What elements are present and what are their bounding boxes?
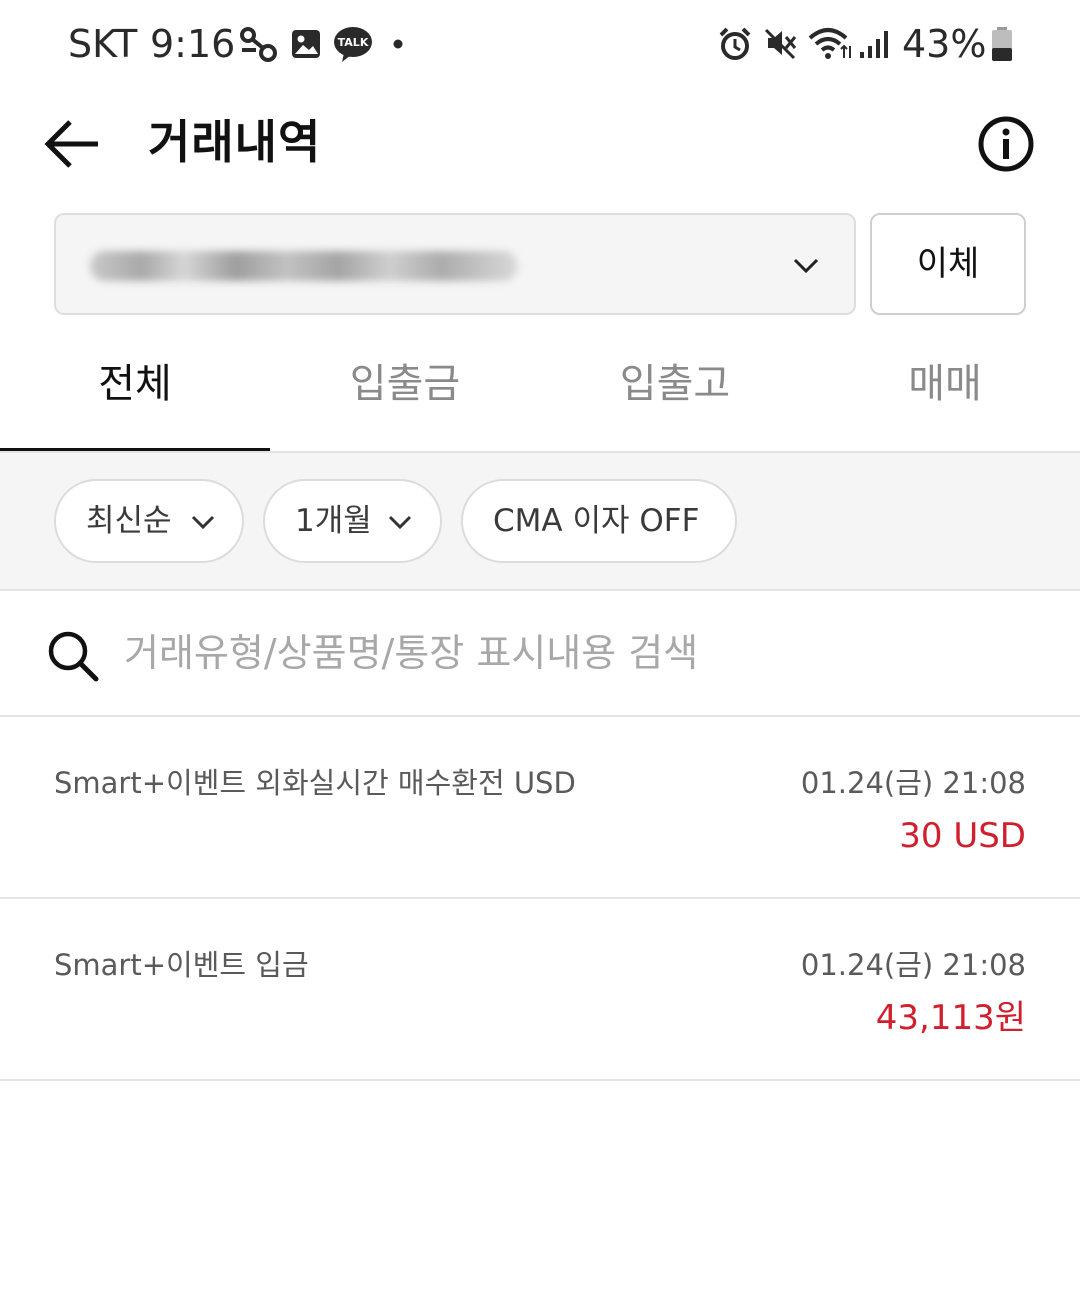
transaction-name: Smart+이벤트 외화실시간 매수환전 USD bbox=[54, 766, 576, 800]
tab-securities-in-out[interactable]: 입출고 bbox=[540, 330, 810, 450]
transaction-row[interactable]: Smart+이벤트 입금 01.24(금) 21:08 43,113원 bbox=[0, 899, 1080, 1081]
transfer-button[interactable]: 이체 bbox=[870, 213, 1026, 315]
gallery-icon bbox=[292, 30, 320, 58]
back-button[interactable] bbox=[40, 114, 104, 174]
search-icon[interactable] bbox=[46, 629, 100, 683]
chevron-down-icon bbox=[191, 515, 215, 530]
kakaotalk-badge: TALK bbox=[338, 36, 369, 49]
search-bar bbox=[0, 591, 1080, 717]
dot-icon bbox=[393, 39, 403, 49]
transaction-datetime: 01.24(금) 21:08 bbox=[800, 766, 1026, 800]
carrier-label: SKT bbox=[68, 22, 138, 66]
signal-icon bbox=[860, 31, 888, 58]
transaction-row[interactable]: Smart+이벤트 외화실시간 매수환전 USD 01.24(금) 21:08 … bbox=[0, 717, 1080, 899]
link-icon bbox=[240, 27, 277, 62]
period-filter-label: 1개월 bbox=[295, 503, 372, 539]
account-select[interactable] bbox=[54, 213, 856, 315]
tab-trading[interactable]: 매매 bbox=[810, 330, 1080, 450]
filter-bar: 최신순 1개월 CMA 이자 OFF bbox=[0, 453, 1080, 591]
info-button[interactable] bbox=[976, 114, 1036, 174]
cma-interest-label: CMA 이자 OFF bbox=[493, 503, 700, 539]
transaction-amount: 43,113원 bbox=[875, 998, 1026, 1038]
account-number-redacted bbox=[90, 251, 518, 281]
transaction-name: Smart+이벤트 입금 bbox=[54, 948, 309, 982]
sort-filter-label: 최신순 bbox=[86, 503, 172, 539]
mute-icon bbox=[764, 28, 797, 60]
tab-deposit-withdrawal[interactable]: 입출금 bbox=[270, 330, 540, 450]
period-filter-chip[interactable]: 1개월 bbox=[263, 479, 442, 563]
transaction-amount: 30 USD bbox=[899, 816, 1026, 856]
battery-icon bbox=[992, 27, 1012, 61]
search-input[interactable] bbox=[124, 621, 1024, 685]
chevron-down-icon bbox=[793, 258, 819, 274]
wifi-icon bbox=[808, 28, 851, 59]
page-title: 거래내역 bbox=[148, 115, 322, 169]
battery-percent: 43% bbox=[902, 22, 987, 66]
kakaotalk-icon: TALK bbox=[334, 27, 372, 62]
tab-bar: 전체 입출금 입출고 매매 bbox=[0, 330, 1080, 453]
status-bar: SKT 9:16 TALK 43% bbox=[0, 0, 1080, 88]
clock: 9:16 bbox=[150, 22, 236, 66]
app-header: 거래내역 bbox=[0, 92, 1080, 196]
tab-all[interactable]: 전체 bbox=[0, 330, 270, 450]
chevron-down-icon bbox=[388, 515, 412, 530]
alarm-icon bbox=[719, 27, 751, 60]
cma-interest-toggle-chip[interactable]: CMA 이자 OFF bbox=[461, 479, 737, 563]
transaction-datetime: 01.24(금) 21:08 bbox=[800, 948, 1026, 982]
sort-filter-chip[interactable]: 최신순 bbox=[54, 479, 244, 563]
